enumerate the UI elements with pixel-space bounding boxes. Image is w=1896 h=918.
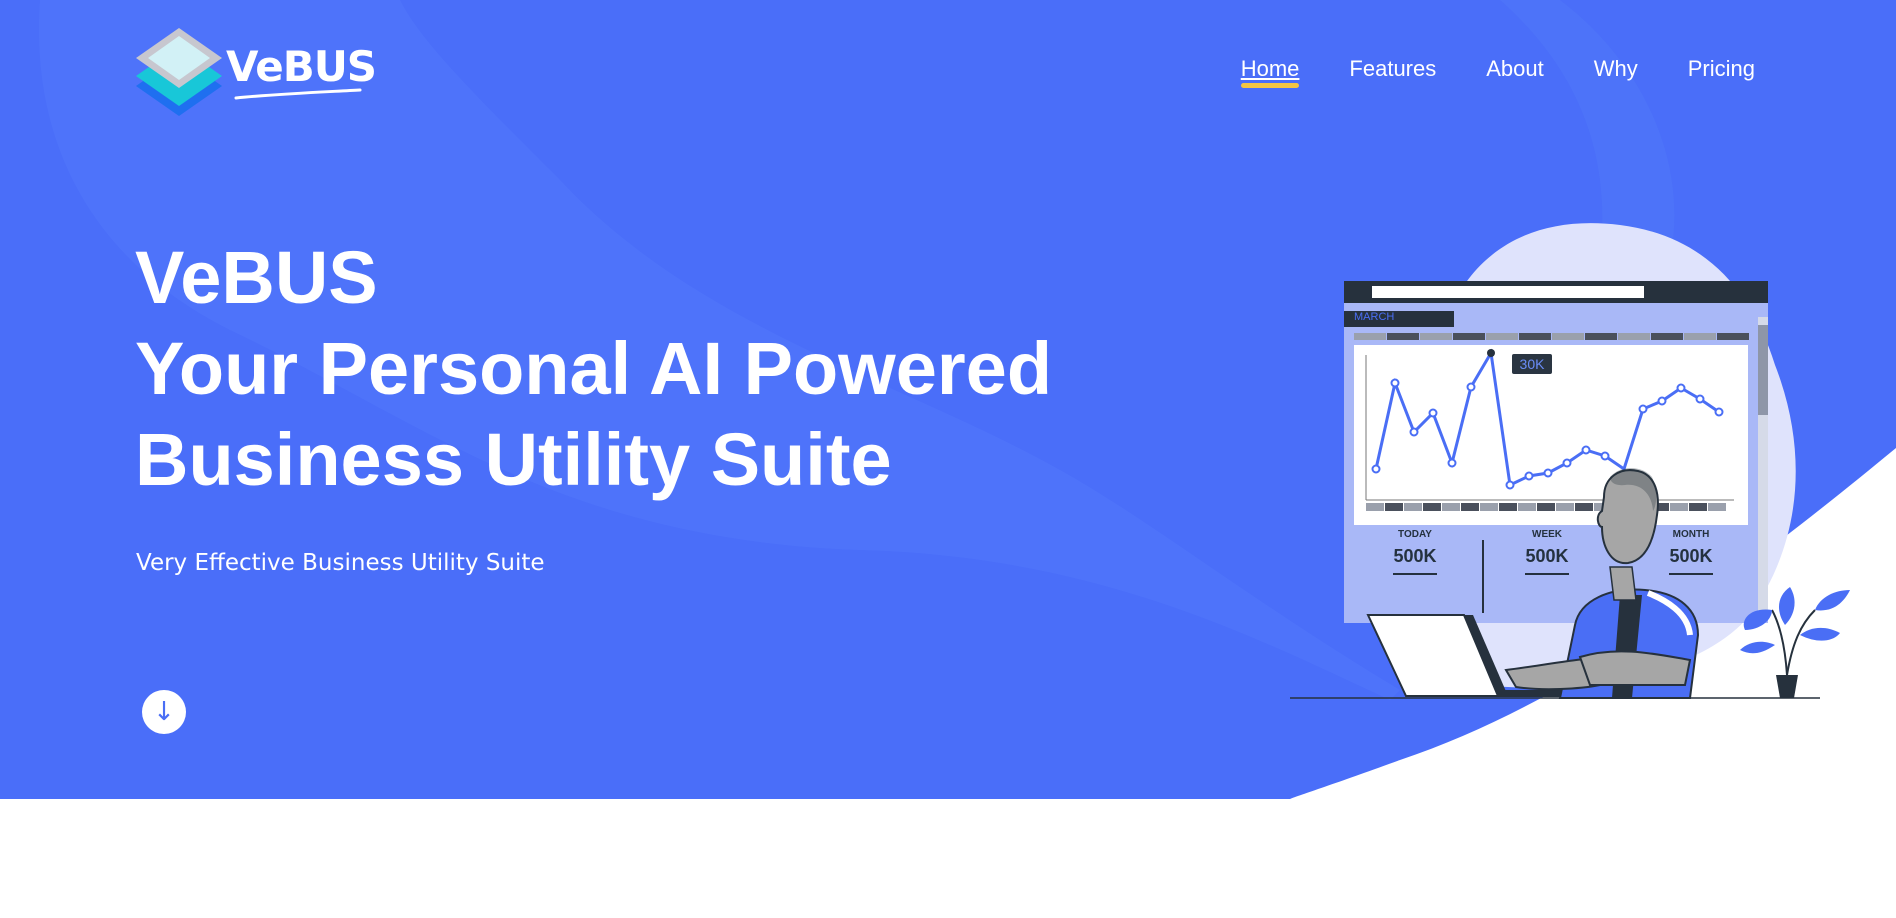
chart-tooltip: 30K [1512, 354, 1552, 374]
nav-about[interactable]: About [1486, 56, 1544, 82]
hero-title-line: Business Utility Suite [135, 418, 892, 501]
nav-why[interactable]: Why [1594, 56, 1638, 82]
nav-pricing[interactable]: Pricing [1688, 56, 1755, 82]
main-nav: Home Features About Why Pricing [1240, 56, 1755, 88]
brand-name: VeBUS [226, 42, 377, 91]
dashboard-illustration [1290, 223, 1850, 699]
hero-tagline: Very Effective Business Utility Suite [136, 550, 545, 576]
stat-value: 500K [1393, 546, 1437, 575]
brand-swoosh [234, 88, 362, 100]
stat-label: MONTH [1672, 529, 1710, 540]
hero-title-line: VeBUS [135, 236, 378, 319]
stat-today: TODAY 500K [1370, 529, 1460, 575]
brand-logo[interactable]: VeBUS [136, 28, 377, 118]
scroll-down-button[interactable]: ↓ [142, 690, 186, 734]
nav-features[interactable]: Features [1349, 56, 1436, 82]
arrow-down-icon: ↓ [153, 697, 175, 727]
stat-value: 500K [1669, 546, 1713, 575]
month-tab-label: MARCH [1354, 311, 1395, 323]
layers-logo-icon [136, 28, 222, 116]
stat-week: WEEK 500K [1502, 529, 1592, 575]
nav-home[interactable]: Home [1240, 56, 1299, 88]
hero-title-line: Your Personal AI Powered [135, 327, 1053, 410]
stat-month: MONTH 500K [1646, 529, 1736, 575]
stat-label: TODAY [1398, 529, 1432, 540]
hero-headline: VeBUS Your Personal AI Powered Business … [135, 232, 1052, 505]
stat-label: WEEK [1532, 529, 1562, 540]
stat-value: 500K [1525, 546, 1569, 575]
